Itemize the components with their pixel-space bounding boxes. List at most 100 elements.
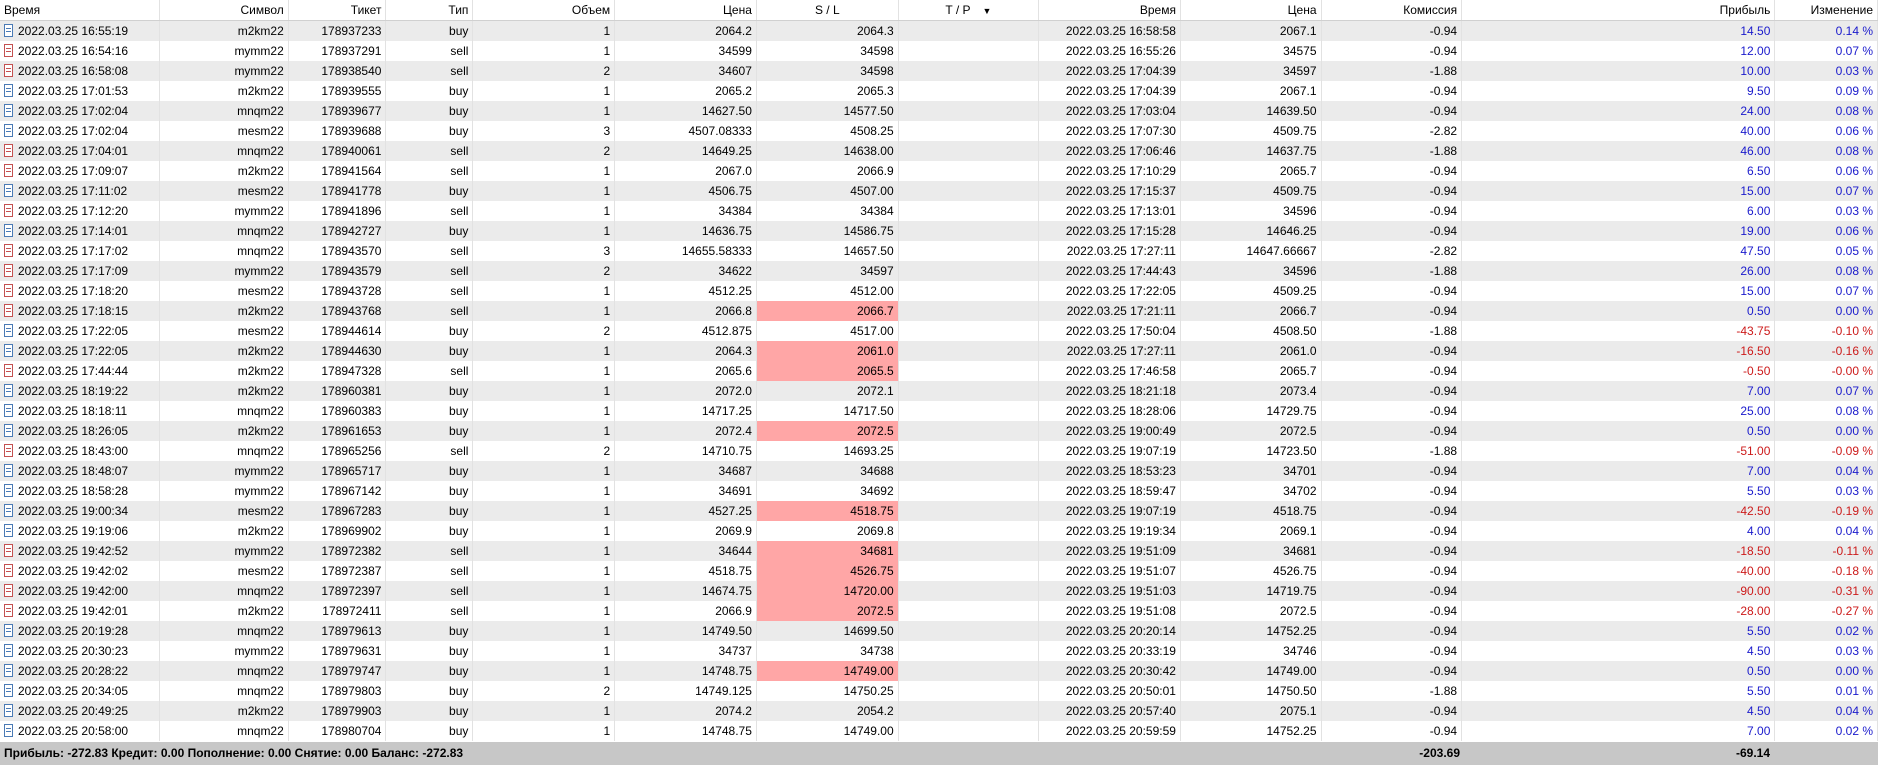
cell-volume-value: 1 xyxy=(603,384,611,398)
cell-change-value: 0.04 % xyxy=(1835,464,1873,478)
table-row[interactable]: 2022.03.25 17:17:02 mnqm22 178943570 sell 3 1… xyxy=(0,241,1878,261)
col-header-sl[interactable]: S / L xyxy=(756,0,899,21)
cell-volume: 1 xyxy=(472,201,616,221)
cell-commission: -0.94 xyxy=(1321,361,1463,381)
table-row[interactable]: 2022.03.25 17:02:04 mnqm22 178939677 buy 1 14… xyxy=(0,101,1878,121)
table-row[interactable]: 2022.03.25 16:58:08 mymm22 178938540 sell 2 3… xyxy=(0,61,1878,81)
cell-sl-value: 4518.75 xyxy=(850,504,894,518)
table-row[interactable]: 2022.03.25 20:19:28 mnqm22 178979613 buy 1 14… xyxy=(0,621,1878,641)
cell-change-value: 0.00 % xyxy=(1835,304,1873,318)
table-row[interactable]: 2022.03.25 17:11:02 mesm22 178941778 buy 1 45… xyxy=(0,181,1878,201)
cell-ticket: 178943728 xyxy=(288,281,387,301)
col-header-ticket[interactable]: Тикет xyxy=(288,0,387,21)
cell-open-time-value: 2022.03.25 17:18:20 xyxy=(18,284,129,298)
cell-type-value: sell xyxy=(450,544,469,558)
cell-open-time-value: 2022.03.25 20:49:25 xyxy=(18,704,129,718)
cell-profit: 6.50 xyxy=(1461,161,1776,181)
cell-volume-value: 1 xyxy=(603,104,611,118)
cell-type-value: sell xyxy=(450,584,469,598)
cell-close-time-value: 2022.03.25 16:58:58 xyxy=(1065,24,1176,38)
col-header-open-price[interactable]: Цена xyxy=(614,0,757,21)
col-header-commission[interactable]: Комиссия xyxy=(1321,0,1463,21)
col-header-volume[interactable]: Объем xyxy=(472,0,616,21)
cell-sl: 2054.2 xyxy=(756,701,899,721)
col-header-close-time[interactable]: Время xyxy=(1038,0,1181,21)
table-row[interactable]: 2022.03.25 16:55:19 m2km22 178937233 buy 1 20… xyxy=(0,20,1878,41)
table-row[interactable]: 2022.03.25 17:01:53 m2km22 178939555 buy 1 20… xyxy=(0,81,1878,101)
cell-sl: 4518.75 xyxy=(756,501,899,521)
table-row[interactable]: 2022.03.25 17:22:05 m2km22 178944630 buy 1 20… xyxy=(0,341,1878,361)
cell-commission: -0.94 xyxy=(1321,101,1463,121)
col-header-change[interactable]: Изменение xyxy=(1774,0,1878,21)
cell-close-price: 2072.5 xyxy=(1180,421,1322,441)
table-row[interactable]: 2022.03.25 17:17:09 mymm22 178943579 sell 2 3… xyxy=(0,261,1878,281)
col-header-profit[interactable]: Прибыль xyxy=(1461,0,1776,21)
cell-ticket: 178967283 xyxy=(288,501,387,521)
cell-open-time: 2022.03.25 17:09:07 xyxy=(0,161,161,181)
table-row[interactable]: 2022.03.25 20:58:00 mnqm22 178980704 buy 1 14… xyxy=(0,721,1878,741)
table-row[interactable]: 2022.03.25 17:44:44 m2km22 178947328 sell 1 2… xyxy=(0,361,1878,381)
table-row[interactable]: 2022.03.25 18:26:05 m2km22 178961653 buy 1 20… xyxy=(0,421,1878,441)
cell-close-price-value: 14646.25 xyxy=(1266,224,1317,238)
table-row[interactable]: 2022.03.25 19:42:02 mesm22 178972387 sell 1 4… xyxy=(0,561,1878,581)
table-row[interactable]: 2022.03.25 20:30:23 mymm22 178979631 buy 1 34… xyxy=(0,641,1878,661)
cell-profit: -40.00 xyxy=(1461,561,1776,581)
table-row[interactable]: 2022.03.25 17:22:05 mesm22 178944614 buy 2 45… xyxy=(0,321,1878,341)
col-header-type[interactable]: Тип xyxy=(385,0,474,21)
table-row[interactable]: 2022.03.25 18:58:28 mymm22 178967142 buy 1 34… xyxy=(0,481,1878,501)
cell-commission-value: -0.94 xyxy=(1429,364,1458,378)
cell-tp xyxy=(898,661,1040,681)
cell-sl-value: 14693.25 xyxy=(843,444,894,458)
cell-ticket: 178965256 xyxy=(288,441,387,461)
table-row[interactable]: 2022.03.25 17:09:07 m2km22 178941564 sell 1 2… xyxy=(0,161,1878,181)
cell-symbol-value: mesm22 xyxy=(237,284,284,298)
cell-profit: 40.00 xyxy=(1461,121,1776,141)
cell-open-time-value: 2022.03.25 20:19:28 xyxy=(18,624,129,638)
cell-close-time: 2022.03.25 16:58:58 xyxy=(1038,20,1181,41)
cell-volume: 1 xyxy=(472,661,616,681)
table-row[interactable]: 2022.03.25 20:34:05 mnqm22 178979803 buy 2 14… xyxy=(0,681,1878,701)
table-row[interactable]: 2022.03.25 18:18:11 mnqm22 178960383 buy 1 14… xyxy=(0,401,1878,421)
cell-commission: -0.94 xyxy=(1321,401,1463,421)
cell-sl-value: 2065.3 xyxy=(856,84,894,98)
summary-commission-total: -203.69 xyxy=(1419,746,1460,760)
cell-commission-value: -0.94 xyxy=(1429,524,1458,538)
cell-close-price: 2067.1 xyxy=(1180,81,1322,101)
table-row[interactable]: 2022.03.25 17:04:01 mnqm22 178940061 sell 2 1… xyxy=(0,141,1878,161)
cell-open-price-value: 2067.0 xyxy=(715,164,752,178)
table-row[interactable]: 2022.03.25 19:42:00 mnqm22 178972397 sell 1 1… xyxy=(0,581,1878,601)
buy-order-icon xyxy=(4,644,13,657)
table-row[interactable]: 2022.03.25 19:42:52 mymm22 178972382 sell 1 3… xyxy=(0,541,1878,561)
col-header-symbol[interactable]: Символ xyxy=(159,0,289,21)
sell-order-icon xyxy=(4,164,13,177)
cell-open-time: 2022.03.25 16:58:08 xyxy=(0,61,161,81)
table-row[interactable]: 2022.03.25 17:12:20 mymm22 178941896 sell 1 3… xyxy=(0,201,1878,221)
cell-volume-value: 3 xyxy=(603,244,611,258)
cell-commission-value: -0.94 xyxy=(1429,664,1458,678)
table-row[interactable]: 2022.03.25 16:54:16 mymm22 178937291 sell 1 3… xyxy=(0,41,1878,61)
cell-sl-value: 34598 xyxy=(860,64,894,78)
col-header-tp[interactable]: T / P ▼ xyxy=(898,0,1040,21)
buy-order-icon xyxy=(4,324,13,337)
cell-ticket-value: 178979631 xyxy=(321,644,382,658)
cell-symbol-value: mesm22 xyxy=(237,184,284,198)
table-row[interactable]: 2022.03.25 17:18:20 mesm22 178943728 sell 1 4… xyxy=(0,281,1878,301)
cell-type: buy xyxy=(385,81,474,101)
table-row[interactable]: 2022.03.25 18:43:00 mnqm22 178965256 sell 2 1… xyxy=(0,441,1878,461)
table-row[interactable]: 2022.03.25 20:49:25 m2km22 178979903 buy 1 20… xyxy=(0,701,1878,721)
table-row[interactable]: 2022.03.25 17:14:01 mnqm22 178942727 buy 1 14… xyxy=(0,221,1878,241)
table-row[interactable]: 2022.03.25 20:28:22 mnqm22 178979747 buy 1 14… xyxy=(0,661,1878,681)
table-row[interactable]: 2022.03.25 18:19:22 m2km22 178960381 buy 1 20… xyxy=(0,381,1878,401)
table-row[interactable]: 2022.03.25 17:02:04 mesm22 178939688 buy 3 45… xyxy=(0,121,1878,141)
cell-volume: 1 xyxy=(472,481,616,501)
table-row[interactable]: 2022.03.25 19:00:34 mesm22 178967283 buy 1 45… xyxy=(0,501,1878,521)
table-row[interactable]: 2022.03.25 17:18:15 m2km22 178943768 sell 1 2… xyxy=(0,301,1878,321)
cell-type: buy xyxy=(385,221,474,241)
table-row[interactable]: 2022.03.25 19:19:06 m2km22 178969902 buy 1 20… xyxy=(0,521,1878,541)
cell-profit-value: 47.50 xyxy=(1740,244,1771,258)
table-row[interactable]: 2022.03.25 19:42:01 m2km22 178972411 sell 1 2… xyxy=(0,601,1878,621)
cell-open-price: 14717.25 xyxy=(614,401,757,421)
col-header-open-time[interactable]: Время xyxy=(0,0,161,21)
table-row[interactable]: 2022.03.25 18:48:07 mymm22 178965717 buy 1 34… xyxy=(0,461,1878,481)
col-header-close-price[interactable]: Цена xyxy=(1180,0,1322,21)
